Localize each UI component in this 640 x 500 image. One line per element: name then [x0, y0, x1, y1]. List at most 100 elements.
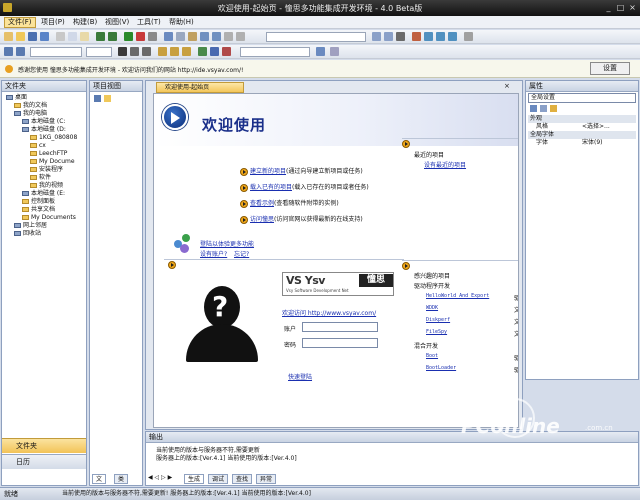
comment-icon[interactable]: [224, 32, 233, 41]
tree-item[interactable]: 控制面板: [4, 198, 84, 206]
tree-item[interactable]: My Documents: [4, 214, 84, 222]
properties-selector[interactable]: 全局设置: [528, 93, 636, 103]
tree-item[interactable]: 本地磁盘 (C:: [4, 118, 84, 126]
quick-login-link[interactable]: 快速登陆: [288, 372, 312, 381]
size-combo[interactable]: [86, 47, 112, 57]
forgot-link[interactable]: 忘记?: [234, 249, 249, 258]
tree-item[interactable]: My Docume: [4, 158, 84, 166]
tree-item[interactable]: 我的文档: [4, 102, 84, 110]
go-icon[interactable]: [316, 47, 325, 56]
stop-icon[interactable]: [136, 32, 145, 41]
save-all-icon[interactable]: [40, 32, 49, 41]
options-icon[interactable]: [464, 32, 473, 41]
save-icon[interactable]: [28, 32, 37, 41]
close-icon[interactable]: ×: [627, 2, 638, 13]
tab-calendar[interactable]: 日历: [2, 454, 86, 469]
interest-item[interactable]: FileSpy: [426, 329, 447, 335]
login-link[interactable]: 登陆以体验更多功能: [200, 239, 254, 248]
layout-icon[interactable]: [16, 47, 25, 56]
tree-item[interactable]: 共享文档: [4, 206, 84, 214]
step-into-icon[interactable]: [424, 32, 433, 41]
step-over-icon[interactable]: [436, 32, 445, 41]
project-folder-icon[interactable]: [104, 95, 111, 102]
outdent-icon[interactable]: [212, 32, 221, 41]
tree-item[interactable]: 本地磁盘 (E:: [4, 190, 84, 198]
events-icon[interactable]: [550, 105, 557, 112]
visit-link[interactable]: 访问憧思: [250, 216, 274, 223]
tab-classes[interactable]: 类: [114, 474, 129, 484]
replace-icon[interactable]: [176, 32, 185, 41]
copy-icon[interactable]: [68, 32, 77, 41]
menu-help[interactable]: 帮助(H): [166, 17, 197, 28]
tool-icon[interactable]: [198, 47, 207, 56]
tab-build[interactable]: 生成: [184, 474, 205, 484]
breakpoint-icon[interactable]: [412, 32, 421, 41]
step-out-icon[interactable]: [448, 32, 457, 41]
tree-item[interactable]: 本地磁盘 (D:: [4, 126, 84, 134]
sort-alpha-icon[interactable]: [540, 105, 547, 112]
tree-item[interactable]: LeechFTP: [4, 150, 84, 158]
property-row[interactable]: 字体 宋体(9): [528, 139, 636, 147]
align-left-icon[interactable]: [158, 47, 167, 56]
interest-item[interactable]: Boot: [426, 353, 438, 359]
interest-item[interactable]: Diskperf: [426, 317, 450, 323]
tab-welcome[interactable]: 欢迎使用-起始页: [156, 82, 244, 93]
interest-item[interactable]: WDDK: [426, 305, 438, 311]
interest-item[interactable]: HelloWorld And Export: [426, 293, 489, 299]
no-recent-link[interactable]: 设有最近的项目: [424, 160, 466, 169]
interest-item[interactable]: BootLoader: [426, 365, 456, 371]
tab-folders[interactable]: 文件夹: [2, 438, 86, 453]
tab-find[interactable]: 查找: [232, 474, 253, 484]
maximize-icon[interactable]: □: [615, 2, 626, 13]
config-combo[interactable]: [266, 32, 366, 42]
editor-close-icon[interactable]: ×: [504, 82, 510, 90]
sort-category-icon[interactable]: [530, 105, 537, 112]
tree-item[interactable]: 软件: [4, 174, 84, 182]
tab-exception[interactable]: 异常: [256, 474, 277, 484]
paste-icon[interactable]: [80, 32, 89, 41]
tree-item[interactable]: 网上邻居: [4, 222, 84, 230]
no-account-link[interactable]: 设有账户?: [200, 249, 227, 258]
align-right-icon[interactable]: [182, 47, 191, 56]
cut-icon[interactable]: [56, 32, 65, 41]
align-center-icon[interactable]: [170, 47, 179, 56]
tree-item[interactable]: 我的视频: [4, 182, 84, 190]
indent-icon[interactable]: [200, 32, 209, 41]
tab-debug[interactable]: 调试: [208, 474, 229, 484]
open-folder-icon[interactable]: [16, 32, 25, 41]
tree-item[interactable]: 桌面: [4, 94, 84, 102]
italic-icon[interactable]: [130, 47, 139, 56]
help-icon[interactable]: [330, 47, 339, 56]
menu-project[interactable]: 项目(P): [38, 17, 68, 28]
menu-view[interactable]: 视图(V): [102, 17, 132, 28]
run-icon[interactable]: [124, 32, 133, 41]
find-icon[interactable]: [164, 32, 173, 41]
tree-item[interactable]: cx: [4, 142, 84, 150]
site-link[interactable]: 欢迎访问 http://www.vsyav.com/: [282, 308, 376, 317]
build-icon[interactable]: [372, 32, 381, 41]
menu-build[interactable]: 构建(B): [70, 17, 100, 28]
underline-icon[interactable]: [142, 47, 151, 56]
tree-item[interactable]: 安装程序: [4, 166, 84, 174]
calculator-icon[interactable]: [210, 47, 219, 56]
clean-icon[interactable]: [396, 32, 405, 41]
menu-file[interactable]: 文件(F): [4, 17, 36, 28]
uncomment-icon[interactable]: [236, 32, 245, 41]
examples-link[interactable]: 查看示例: [250, 200, 274, 207]
font-combo[interactable]: [30, 47, 82, 57]
tree-item[interactable]: 回收站: [4, 230, 84, 238]
load-project-link[interactable]: 载入已有的项目: [250, 184, 292, 191]
bold-icon[interactable]: [118, 47, 127, 56]
output-nav-icons[interactable]: ◀ ◁ ▷ ▶: [148, 474, 176, 484]
project-toolbar-icon[interactable]: [94, 95, 101, 102]
search-combo[interactable]: [240, 47, 310, 57]
debug-icon[interactable]: [148, 32, 157, 41]
password-input[interactable]: [302, 338, 378, 348]
color-icon[interactable]: [222, 47, 231, 56]
tree-item[interactable]: 1KG_080808: [4, 134, 84, 142]
rebuild-icon[interactable]: [384, 32, 393, 41]
tab-files[interactable]: 文: [92, 474, 107, 484]
settings-button[interactable]: 设置: [590, 62, 630, 75]
new-file-icon[interactable]: [4, 32, 13, 41]
account-input[interactable]: [302, 322, 378, 332]
